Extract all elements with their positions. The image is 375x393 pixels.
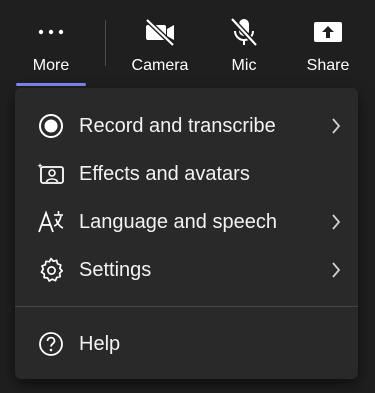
camera-button[interactable]: Camera [127, 0, 193, 86]
menu-item-label: Effects and avatars [79, 162, 250, 185]
menu-item-label: Help [79, 332, 121, 355]
chevron-right-icon [328, 212, 344, 232]
menu-item-help[interactable]: Help [15, 320, 358, 368]
chevron-right-icon [328, 260, 344, 280]
selected-indicator [16, 83, 86, 86]
language-icon [37, 208, 65, 236]
more-label: More [32, 57, 70, 74]
menu-item-record-transcribe[interactable]: Record and transcribe [15, 102, 358, 150]
menu-divider [15, 306, 358, 307]
mic-label: Mic [231, 57, 257, 74]
meeting-toolbar: More Camera Mic Share [0, 0, 375, 86]
menu-item-effects-avatars[interactable]: Effects and avatars [15, 150, 358, 198]
more-button[interactable]: More [16, 0, 86, 86]
share-screen-icon [310, 14, 346, 50]
effects-avatar-icon [37, 160, 65, 188]
mic-off-icon [226, 14, 262, 50]
record-icon [37, 112, 65, 140]
menu-item-language-speech[interactable]: Language and speech [15, 198, 358, 246]
menu-item-label: Settings [79, 258, 152, 281]
chevron-right-icon [328, 116, 344, 136]
more-dots-icon [33, 14, 69, 50]
menu-item-settings[interactable]: Settings [15, 246, 358, 294]
share-label: Share [306, 57, 350, 74]
video-off-icon [142, 14, 178, 50]
share-button[interactable]: Share [300, 0, 356, 86]
toolbar-divider [105, 20, 106, 66]
camera-label: Camera [131, 57, 189, 74]
gear-icon [37, 256, 65, 284]
mic-button[interactable]: Mic [218, 0, 270, 86]
more-menu: Record and transcribe Effects and avatar… [15, 88, 358, 379]
menu-item-label: Language and speech [79, 210, 277, 233]
help-icon [37, 330, 65, 358]
menu-item-label: Record and transcribe [79, 114, 276, 137]
